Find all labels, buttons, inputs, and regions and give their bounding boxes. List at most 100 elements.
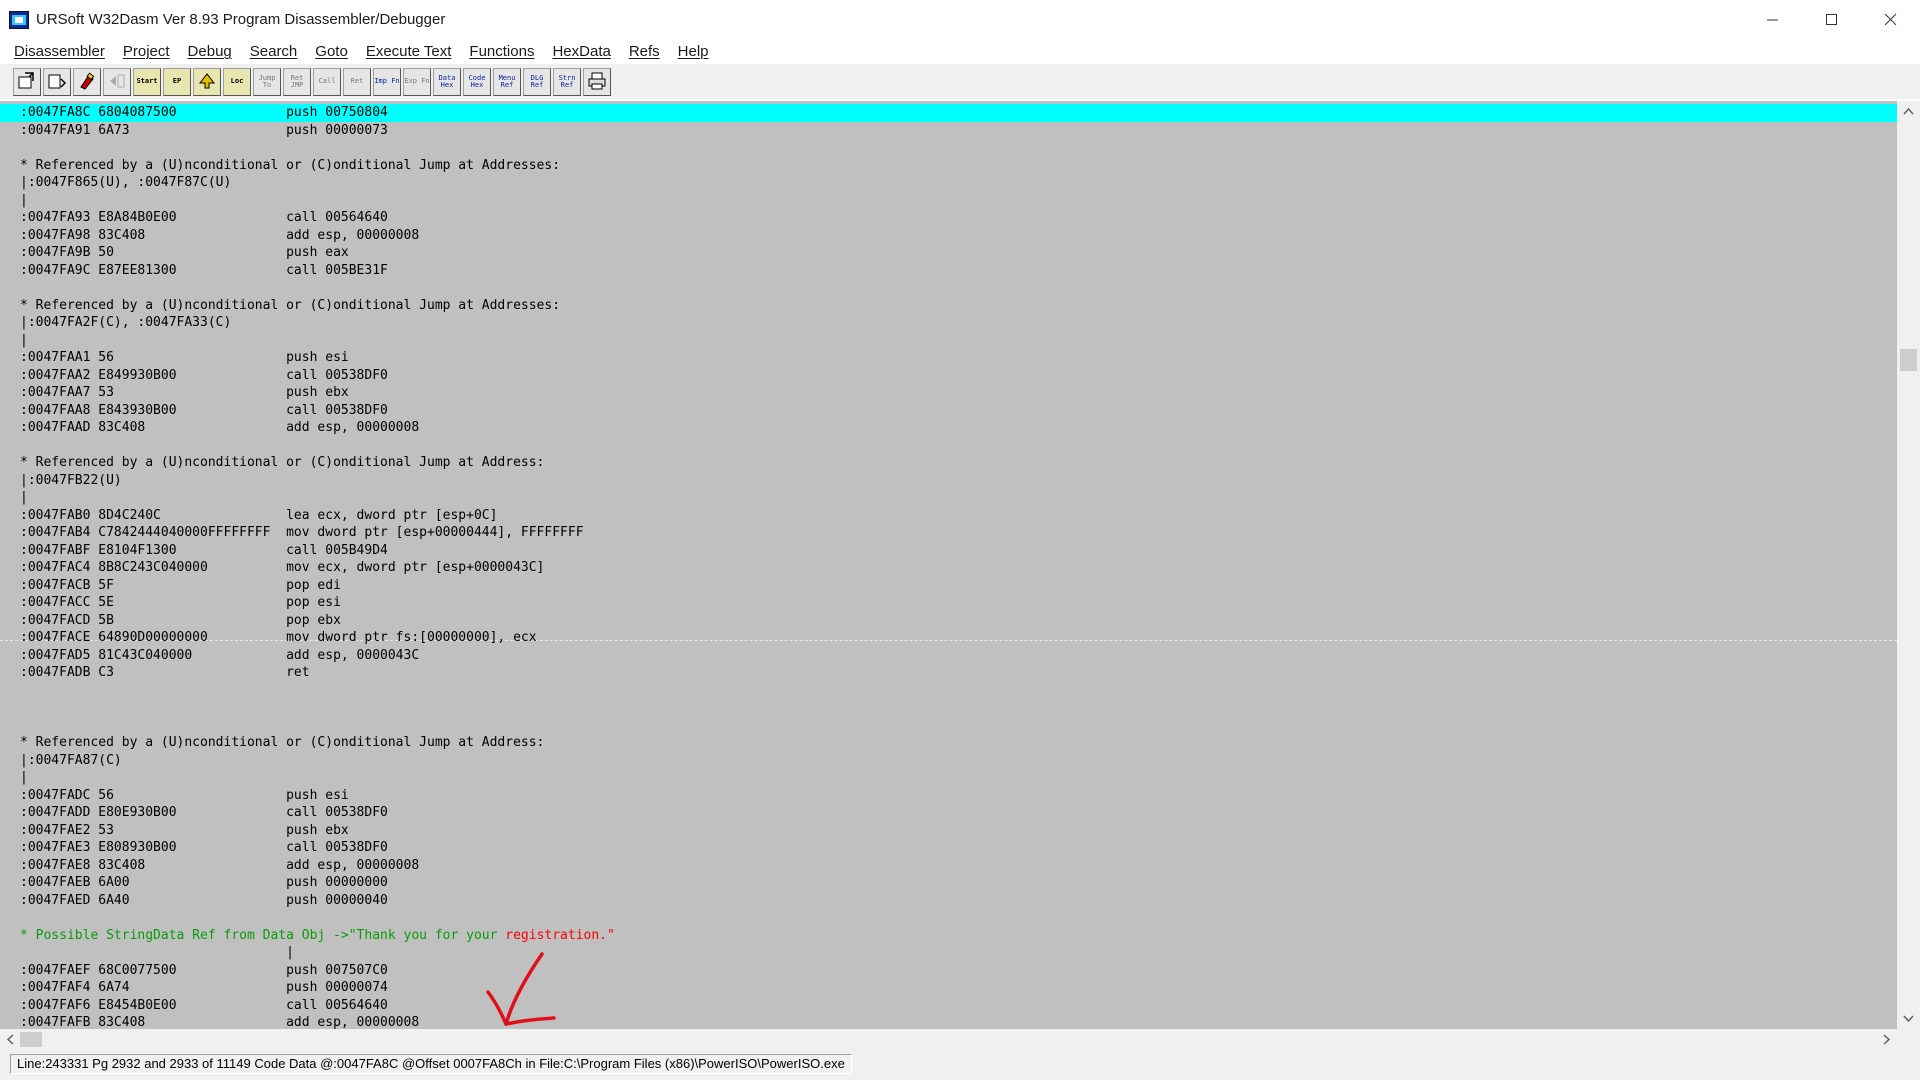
code-line[interactable]: :0047FADB C3 ret — [0, 664, 1897, 682]
code-line[interactable]: :0047FAD5 81C43C040000 add esp, 0000043C — [0, 647, 1897, 665]
menu-search[interactable]: Search — [241, 43, 307, 60]
code-line[interactable]: :0047FAA2 E849930B00 call 00538DF0 — [0, 367, 1897, 385]
scroll-right-button[interactable] — [1877, 1029, 1897, 1050]
code-line[interactable]: :0047FAF4 6A74 push 00000074 — [0, 979, 1897, 997]
code-line[interactable]: :0047FACC 5E pop esi — [0, 594, 1897, 612]
code-line[interactable]: :0047FA9C E87EE81300 call 005BE31F — [0, 262, 1897, 280]
menu-execute-text[interactable]: Execute Text — [357, 43, 461, 60]
code-line[interactable]: * Referenced by a (U)nconditional or (C)… — [0, 157, 1897, 175]
code-line[interactable]: * Referenced by a (U)nconditional or (C)… — [0, 454, 1897, 472]
code-line[interactable]: :0047FA91 6A73 push 00000073 — [0, 122, 1897, 140]
minimize-button[interactable] — [1743, 0, 1802, 39]
code-line[interactable]: :0047FAE2 53 push ebx — [0, 822, 1897, 840]
code-line[interactable]: :0047FAC4 8B8C243C040000 mov ecx, dword … — [0, 559, 1897, 577]
code-line[interactable] — [0, 909, 1897, 927]
code-line[interactable]: :0047FAEF 68C0077500 push 007507C0 — [0, 962, 1897, 980]
code-line[interactable]: :0047FAEB 6A00 push 00000000 — [0, 874, 1897, 892]
horizontal-scrollbar[interactable] — [0, 1029, 1897, 1050]
code-line[interactable]: :0047FACB 5F pop edi — [0, 577, 1897, 595]
code-line[interactable]: | — [0, 769, 1897, 787]
execute-call-button[interactable]: Call — [313, 67, 341, 96]
code-line[interactable]: :0047FAE3 E808930B00 call 00538DF0 — [0, 839, 1897, 857]
code-line[interactable]: :0047FAAD 83C408 add esp, 00000008 — [0, 419, 1897, 437]
save-project-button[interactable] — [43, 67, 71, 96]
code-line[interactable]: :0047FAF6 E8454B0E00 call 00564640 — [0, 997, 1897, 1015]
code-line[interactable]: :0047FA98 83C408 add esp, 00000008 — [0, 227, 1897, 245]
scroll-down-button[interactable] — [1897, 1009, 1920, 1029]
string-ref-button[interactable]: Strn Ref — [553, 67, 581, 96]
code-line[interactable]: * Referenced by a (U)nconditional or (C)… — [0, 734, 1897, 752]
code-line[interactable] — [0, 437, 1897, 455]
menu-debug[interactable]: Debug — [179, 43, 241, 60]
chevron-up-icon — [1903, 107, 1914, 115]
goto-program-entry-button[interactable]: Start — [133, 67, 161, 96]
code-line[interactable]: |:0047FA87(C) — [0, 752, 1897, 770]
menu-help[interactable]: Help — [669, 43, 718, 60]
return-from-jump-button[interactable]: Ret JMP — [283, 67, 311, 96]
code-line[interactable]: :0047FAED 6A40 push 00000040 — [0, 892, 1897, 910]
goto-code-start-icon — [107, 71, 127, 93]
code-line[interactable]: * Possible StringData Ref from Data Obj … — [0, 927, 1897, 945]
code-line[interactable]: :0047FAA7 53 push ebx — [0, 384, 1897, 402]
code-line[interactable]: * Referenced by a (U)nconditional or (C)… — [0, 297, 1897, 315]
print-button[interactable] — [583, 67, 611, 96]
dialog-ref-button[interactable]: DLG Ref — [523, 67, 551, 96]
menu-hexdata[interactable]: HexData — [543, 43, 619, 60]
window-controls — [1743, 0, 1920, 39]
disassembly-listing[interactable]: :0047FA8C 6804087500 push 00750804:0047F… — [0, 101, 1897, 1029]
code-hex-button[interactable]: Code Hex — [463, 67, 491, 96]
code-line[interactable]: :0047FAE8 83C408 add esp, 00000008 — [0, 857, 1897, 875]
code-line[interactable]: :0047FAFB 83C408 add esp, 00000008 — [0, 1014, 1897, 1029]
code-line[interactable] — [0, 699, 1897, 717]
menu-goto[interactable]: Goto — [306, 43, 357, 60]
menu-disassembler[interactable]: Disassembler — [5, 43, 114, 60]
return-from-call-button[interactable]: Ret — [343, 67, 371, 96]
code-line[interactable] — [0, 717, 1897, 735]
goto-page-button[interactable] — [193, 67, 221, 96]
code-line[interactable]: | — [0, 192, 1897, 210]
code-line[interactable]: | — [0, 944, 1897, 962]
code-line[interactable]: :0047FACD 5B pop ebx — [0, 612, 1897, 630]
menu-functions[interactable]: Functions — [460, 43, 543, 60]
jump-to-button[interactable]: Jump To — [253, 67, 281, 96]
scroll-up-button[interactable] — [1897, 101, 1920, 121]
exports-button[interactable]: Exp Fn — [403, 67, 431, 96]
code-line[interactable]: :0047FA9B 50 push eax — [0, 244, 1897, 262]
code-line[interactable]: :0047FA93 E8A84B0E00 call 00564640 — [0, 209, 1897, 227]
code-line[interactable]: :0047FA8C 6804087500 push 00750804 — [0, 104, 1897, 122]
menu-refs[interactable]: Refs — [620, 43, 669, 60]
code-line[interactable]: :0047FADC 56 push esi — [0, 787, 1897, 805]
code-line[interactable]: :0047FACE 64890D00000000 mov dword ptr f… — [0, 629, 1897, 647]
w32dasm-app-icon[interactable] — [9, 10, 29, 29]
code-line[interactable]: | — [0, 332, 1897, 350]
code-line[interactable]: :0047FAB4 C7842444040000FFFFFFFF mov dwo… — [0, 524, 1897, 542]
code-line[interactable]: :0047FAA8 E843930B00 call 00538DF0 — [0, 402, 1897, 420]
menu-ref-button[interactable]: Menu Ref — [493, 67, 521, 96]
font-button[interactable] — [73, 67, 101, 96]
goto-location-button[interactable]: Loc — [223, 67, 251, 96]
code-line[interactable] — [0, 682, 1897, 700]
vertical-scroll-thumb[interactable] — [1900, 349, 1917, 371]
goto-entry-point-button[interactable]: EP — [163, 67, 191, 96]
scroll-left-button[interactable] — [0, 1029, 20, 1050]
code-line[interactable]: |:0047F865(U), :0047F87C(U) — [0, 174, 1897, 192]
open-file-button[interactable] — [13, 67, 41, 96]
code-line[interactable]: :0047FAB0 8D4C240C lea ecx, dword ptr [e… — [0, 507, 1897, 525]
goto-code-start-button[interactable] — [103, 67, 131, 96]
return-from-jump-icon: Ret JMP — [290, 73, 304, 89]
code-line[interactable]: | — [0, 489, 1897, 507]
code-line[interactable] — [0, 139, 1897, 157]
maximize-button[interactable] — [1802, 0, 1861, 39]
data-hex-button[interactable]: Data Hex — [433, 67, 461, 96]
imports-button[interactable]: Imp Fn — [373, 67, 401, 96]
code-line[interactable] — [0, 279, 1897, 297]
code-line[interactable]: |:0047FB22(U) — [0, 472, 1897, 490]
code-line[interactable]: :0047FABF E8104F1300 call 005B49D4 — [0, 542, 1897, 560]
close-button[interactable] — [1861, 0, 1920, 39]
code-line[interactable]: :0047FADD E80E930B00 call 00538DF0 — [0, 804, 1897, 822]
code-line[interactable]: :0047FAA1 56 push esi — [0, 349, 1897, 367]
vertical-scrollbar[interactable] — [1897, 101, 1920, 1029]
code-line[interactable]: |:0047FA2F(C), :0047FA33(C) — [0, 314, 1897, 332]
horizontal-scroll-thumb[interactable] — [20, 1032, 42, 1047]
menu-project[interactable]: Project — [114, 43, 179, 60]
